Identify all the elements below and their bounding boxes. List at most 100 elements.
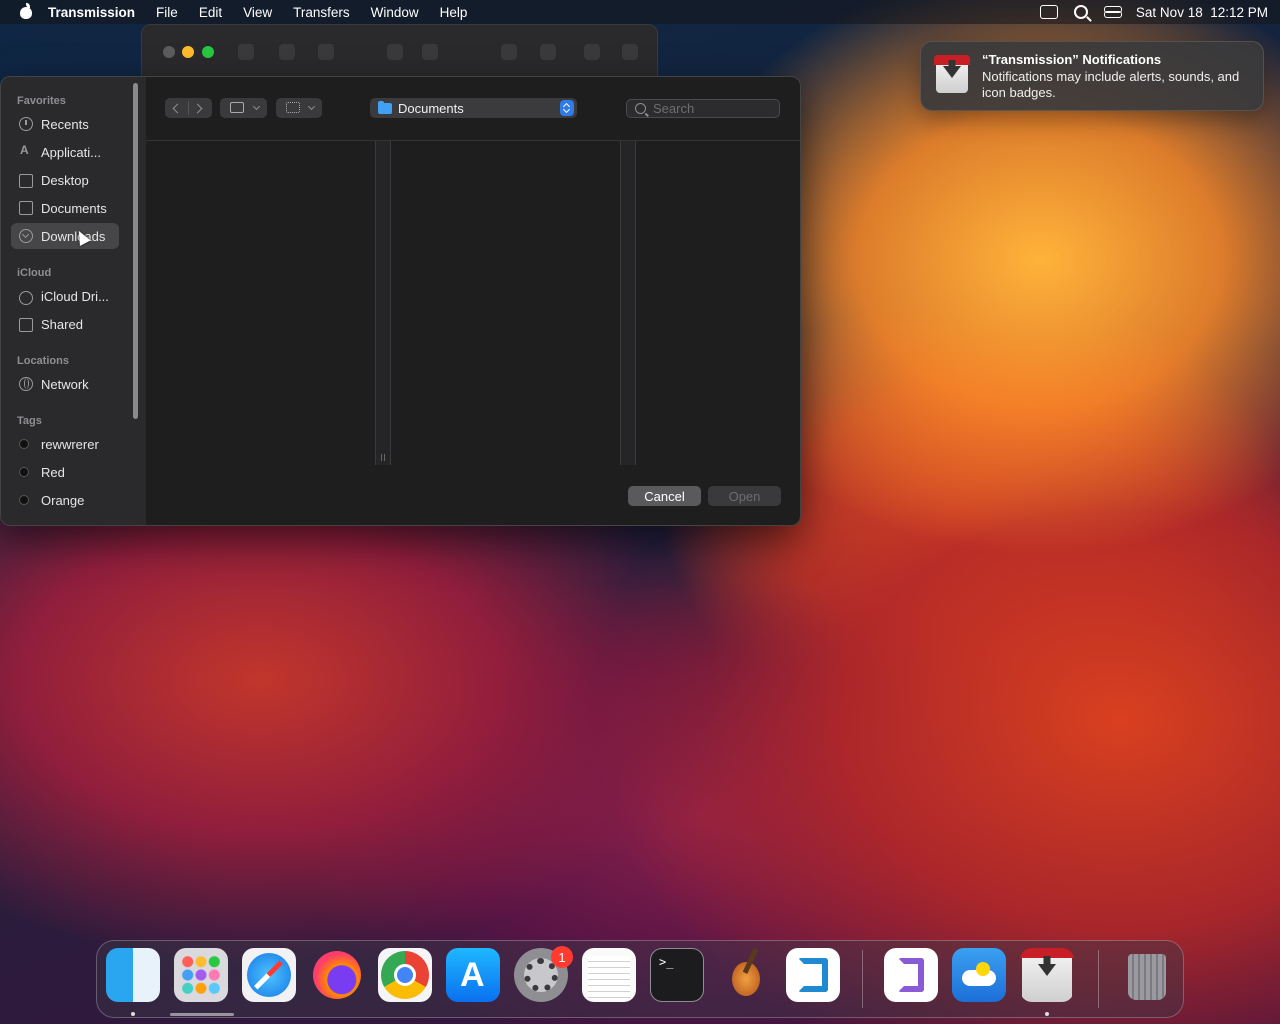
sidebar-scrollbar[interactable] (133, 83, 138, 419)
trash-icon[interactable] (1120, 948, 1174, 1002)
terminal-icon[interactable]: >_ (650, 948, 704, 1002)
menu-window[interactable]: Window (371, 5, 419, 20)
screen-mirroring-icon[interactable] (1039, 5, 1058, 19)
transmission-icon[interactable] (1020, 948, 1074, 1002)
browser-column-3[interactable] (636, 141, 800, 465)
globe-icon (19, 377, 33, 391)
tags-header: Tags (17, 415, 42, 427)
running-indicator (131, 1012, 135, 1016)
document-icon (19, 201, 33, 215)
open-torrent-icon[interactable] (238, 44, 254, 60)
tag-dot-icon (19, 495, 29, 505)
sidebar-item-label: Applicati... (41, 144, 101, 160)
firefox-icon[interactable] (310, 948, 364, 1002)
sidebar-item-label: iCloud Dri... (41, 288, 109, 304)
forward-chevron-icon[interactable] (192, 103, 203, 114)
sidebar-item-icloud-drive[interactable]: iCloud Dri... (11, 283, 119, 309)
sidebar-item-tag-red[interactable]: Red (11, 459, 119, 485)
visual-studio-icon[interactable] (884, 948, 938, 1002)
dock-separator (1098, 950, 1099, 1008)
sidebar-item-documents[interactable]: Documents (11, 195, 119, 221)
dock-separator (862, 950, 863, 1008)
notification-body: Notifications may include alerts, sounds… (982, 69, 1240, 100)
menu-bar: Transmission File Edit View Transfers Wi… (0, 0, 1280, 24)
chevron-down-icon (252, 102, 261, 111)
sidebar-item-network[interactable]: Network (11, 371, 119, 397)
sidebar-item-desktop[interactable]: Desktop (11, 167, 119, 193)
open-button[interactable]: Open (708, 486, 781, 506)
filter-icon[interactable] (584, 44, 600, 60)
inspector-icon[interactable] (622, 44, 638, 60)
sidebar-item-label: Network (41, 376, 89, 392)
group-by-button[interactable] (276, 98, 322, 118)
sidebar-item-label: Red (41, 464, 65, 480)
textedit-icon[interactable] (582, 948, 636, 1002)
control-center-icon[interactable] (1103, 6, 1122, 18)
download-icon (19, 229, 33, 243)
spotlight-icon[interactable] (1073, 5, 1088, 19)
shared-folder-icon (19, 318, 33, 332)
sidebar-item-tag-orange[interactable]: Orange (11, 487, 119, 513)
sidebar-item-label: Recents (41, 116, 89, 132)
menu-view[interactable]: View (243, 5, 272, 20)
app-store-icon[interactable]: A (446, 948, 500, 1002)
cloud-icon (19, 290, 33, 305)
safari-icon[interactable] (242, 948, 296, 1002)
clock-icon (19, 117, 33, 131)
sidebar-item-label: Downloads (41, 228, 106, 244)
pause-icon[interactable] (387, 44, 403, 60)
zoom-window-button[interactable] (202, 46, 214, 58)
weather-icon[interactable] (952, 948, 1006, 1002)
menu-file[interactable]: File (156, 5, 178, 20)
column-resize-handle[interactable] (620, 141, 636, 465)
search-input[interactable] (653, 101, 773, 116)
minimize-window-button[interactable] (182, 46, 194, 58)
vscode-icon[interactable] (786, 948, 840, 1002)
location-label: Documents (398, 100, 464, 116)
favorites-header: Favorites (17, 95, 66, 107)
grid-icon (286, 102, 300, 113)
notification-banner[interactable]: “Transmission” Notifications Notificatio… (920, 41, 1264, 111)
menu-edit[interactable]: Edit (199, 5, 222, 20)
resume-icon[interactable] (422, 44, 438, 60)
folder-icon (378, 100, 392, 114)
open-url-icon[interactable] (279, 44, 295, 60)
running-indicator (1045, 1012, 1049, 1016)
menubar-clock[interactable]: Sat Nov 18 12:12 PM (1136, 5, 1268, 20)
sidebar-item-downloads[interactable]: Downloads (11, 223, 119, 249)
apple-icon[interactable] (18, 3, 34, 20)
remove-icon[interactable] (318, 44, 334, 60)
browser-column-2[interactable] (391, 141, 620, 465)
sidebar-item-label: Shared (41, 316, 83, 332)
sidebar-item-tag-rewwrerer[interactable]: rewwrerer (11, 431, 119, 457)
menu-app-name[interactable]: Transmission (48, 5, 135, 20)
close-window-button[interactable] (163, 46, 175, 58)
back-chevron-icon[interactable] (172, 103, 183, 114)
chrome-icon[interactable] (378, 948, 432, 1002)
share-icon[interactable] (501, 44, 517, 60)
search-field[interactable] (626, 99, 780, 118)
menu-transfers[interactable]: Transfers (293, 5, 350, 20)
sidebar-item-recents[interactable]: Recents (11, 111, 119, 137)
view-mode-button[interactable] (220, 98, 267, 118)
sidebar: Favorites Recents Applicati... Desktop D… (1, 77, 146, 525)
launchpad-icon[interactable] (174, 948, 228, 1002)
menu-help[interactable]: Help (440, 5, 468, 20)
sidebar-item-shared[interactable]: Shared (11, 311, 119, 337)
cancel-button[interactable]: Cancel (628, 486, 701, 506)
tag-dot-icon (19, 467, 29, 477)
tag-dot-icon (19, 439, 29, 449)
browser-column-1[interactable] (146, 141, 375, 465)
column-resize-handle[interactable] (375, 141, 391, 465)
transmission-app-icon (934, 55, 970, 93)
search-icon (635, 103, 646, 114)
column-browser (146, 140, 800, 465)
back-forward-control[interactable] (165, 98, 212, 118)
finder-icon[interactable] (106, 948, 160, 1002)
quicklook-icon[interactable] (540, 44, 556, 60)
sidebar-item-applications[interactable]: Applicati... (11, 139, 119, 165)
garageband-icon[interactable] (718, 948, 772, 1002)
dock-scroll-indicator (170, 1013, 234, 1016)
sidebar-item-label: rewwrerer (41, 436, 99, 452)
location-popup[interactable]: Documents (370, 98, 577, 118)
